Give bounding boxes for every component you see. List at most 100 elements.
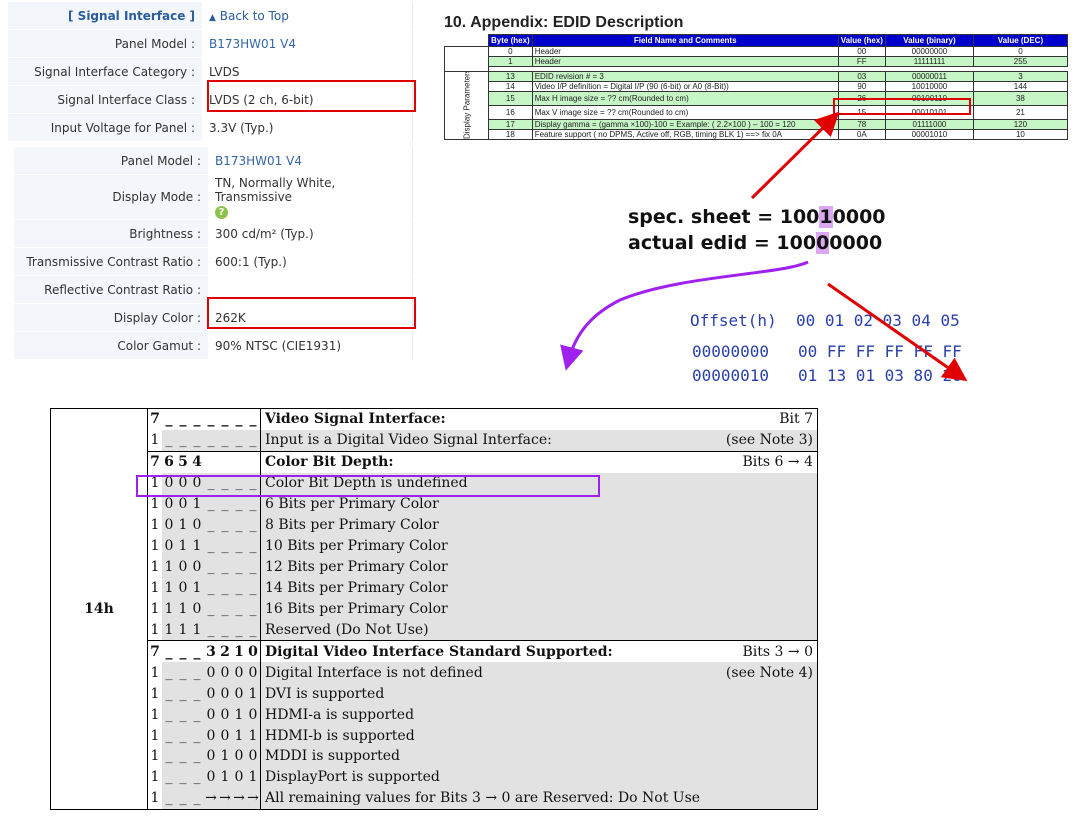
bit-cell: _ <box>190 683 204 705</box>
bit-cell: 1 <box>147 577 162 599</box>
bit-cell: _ <box>190 662 204 684</box>
appendix-title: 10. Appendix: EDID Description <box>444 14 684 31</box>
display-mode-value: TN, Normally White, Transmissive? <box>208 174 413 220</box>
description-text: 10 Bits per Primary Color <box>265 538 448 555</box>
description-text: 12 Bits per Primary Color <box>265 559 448 576</box>
bit-cell: 0 <box>246 704 261 726</box>
hex-row: 00000000 00 FF FF FF FF FF <box>692 342 962 361</box>
edid-byte14-highlight <box>833 98 971 115</box>
bit-cell: _ <box>190 407 204 430</box>
bit-row: 1 _ _ _ 0 0 1 1 HDMI-b is supported <box>51 725 818 746</box>
col-header: Value (binary) <box>884 34 974 47</box>
bit-cell: _ <box>190 746 204 767</box>
bit-cell: 0 <box>176 577 190 599</box>
bit-cell: 1 <box>162 598 176 620</box>
side-blank <box>444 46 489 72</box>
edid-bin: 11111111 <box>884 56 974 67</box>
spec-value: 600:1 (Typ.) <box>208 247 413 276</box>
bit-cell: _ <box>246 429 261 452</box>
description-text: 8 Bits per Primary Color <box>265 517 439 534</box>
spec-key: Panel Model : <box>8 29 202 58</box>
bit-cell: 1 <box>232 704 246 726</box>
bit-row: 1 0 1 1 _ _ _ _ 10 Bits per Primary Color <box>51 535 818 557</box>
bit-description: MDDI is supported <box>260 746 818 767</box>
edid-byte: 17 <box>488 119 533 130</box>
bit-cell: 1 <box>246 683 261 705</box>
hex-header: Offset(h) 00 01 02 03 04 05 <box>690 311 960 330</box>
spec-key: Panel Model : <box>14 147 208 175</box>
bit-cell: _ <box>190 640 204 663</box>
bit-description: 14 Bits per Primary Color <box>260 577 818 599</box>
bit-row: 1 1 0 1 _ _ _ _ 14 Bits per Primary Color <box>51 577 818 599</box>
description-text: Color Bit Depth: <box>265 454 394 471</box>
edid-hex: FF <box>837 56 886 67</box>
edid-field: Display gamma = (gamma ×100)-100 = Examp… <box>531 119 839 130</box>
col-header: Field Name and Comments <box>531 34 839 47</box>
spec-key: Display Color : <box>14 303 208 332</box>
signal-class-highlight <box>207 80 416 112</box>
description-text: 6 Bits per Primary Color <box>265 496 439 513</box>
bit-cell: 1 <box>176 598 190 620</box>
bit-cell: 7 <box>147 450 162 473</box>
edid-bin: 00000011 <box>884 71 974 82</box>
bit-cell: _ <box>218 556 232 578</box>
display-color-highlight <box>207 297 416 329</box>
bit-description: 8 Bits per Primary Color <box>260 514 818 536</box>
help-icon[interactable]: ? <box>215 205 228 219</box>
bit-cell: 1 <box>162 577 176 599</box>
bit-cell: _ <box>246 598 261 620</box>
bit-cell: 1 <box>147 704 162 726</box>
bit-description: Reserved (Do Not Use) <box>260 619 818 641</box>
bit-cell: _ <box>162 704 176 726</box>
bit-cell: _ <box>218 535 232 557</box>
bit-cell <box>232 450 246 473</box>
bit-cell: 0 <box>232 766 246 788</box>
edid-dec: 3 <box>972 71 1068 82</box>
bit-cell: _ <box>204 429 218 452</box>
bit-cell: _ <box>162 407 176 430</box>
edid-dec: 0 <box>972 46 1068 57</box>
edid-byte: 13 <box>488 71 533 82</box>
bit-row: 1 _ _ _ 0 1 0 1 DisplayPort is supported <box>51 766 818 788</box>
spec-value: 300 cd/m² (Typ.) <box>208 219 413 248</box>
bit-cell: _ <box>246 619 261 641</box>
bit-cell: _ <box>162 429 176 452</box>
bit-cell: _ <box>232 577 246 599</box>
bit-description: 10 Bits per Primary Color <box>260 535 818 557</box>
bit-cell: 3 <box>204 640 218 663</box>
bit-row: 1 1 1 0 _ _ _ _ 16 Bits per Primary Color <box>51 598 818 620</box>
bit-cell: → <box>218 787 232 810</box>
bit-cell: → <box>232 787 246 810</box>
bit-cell: _ <box>176 766 190 788</box>
bit-cell: _ <box>176 746 190 767</box>
signal-interface-header[interactable]: [ Signal Interface ] <box>8 2 202 30</box>
bit-row: 1 _ _ _ 0 1 0 0 MDDI is supported <box>51 746 818 767</box>
bit-cell: 1 <box>147 787 162 810</box>
hex-row: 00000010 01 13 01 03 80 26 <box>692 366 962 385</box>
bit-cell: _ <box>246 556 261 578</box>
bit-range-note: (see Note 3) <box>725 432 813 449</box>
bit-cell: _ <box>246 577 261 599</box>
edid-byte: 16 <box>488 105 533 120</box>
bit-cell: 0 <box>190 556 204 578</box>
edid-field: Max H image size = ?? cm(Rounded to cm) <box>531 91 839 106</box>
undefined-depth-highlight <box>136 475 600 497</box>
description-text: 16 Bits per Primary Color <box>265 600 448 617</box>
spec-key: Reflective Contrast Ratio : <box>14 275 208 304</box>
edid-bin: 00000000 <box>884 46 974 57</box>
bit-cell: _ <box>232 407 246 430</box>
bit-cell: _ <box>162 725 176 746</box>
edid-bin: 10010000 <box>884 81 974 92</box>
back-to-top-link[interactable]: ▲ Back to Top <box>202 2 413 30</box>
bit-cell: 0 <box>246 662 261 684</box>
bit-cell: 0 <box>218 683 232 705</box>
spec-key: Color Gamut : <box>14 331 208 360</box>
edid-byte: 15 <box>488 91 533 106</box>
edid-byte: 1 <box>488 56 533 67</box>
bit-cell: 1 <box>147 429 162 452</box>
description-text: All remaining values for Bits 3 → 0 are … <box>265 790 701 807</box>
bit-cell: 1 <box>232 725 246 746</box>
bit-cell: 1 <box>147 535 162 557</box>
description-text: 14 Bits per Primary Color <box>265 579 448 596</box>
bit-cell: 1 <box>162 619 176 641</box>
